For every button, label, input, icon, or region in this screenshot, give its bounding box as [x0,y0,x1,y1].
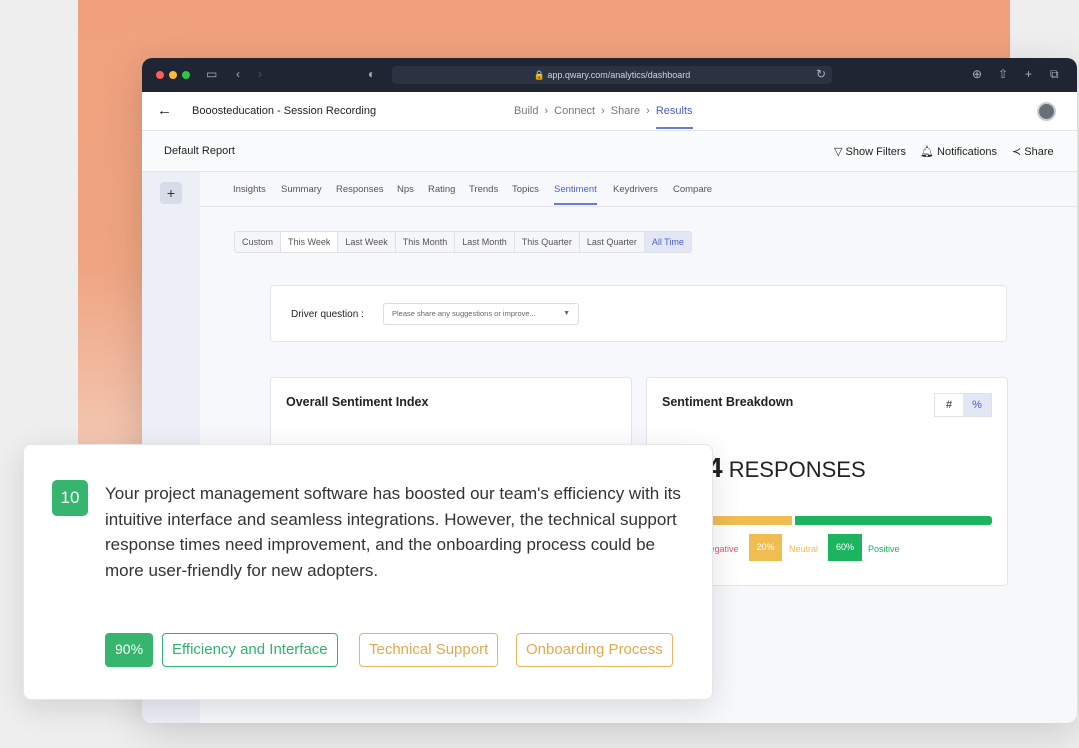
browser-toolbar: ▭ ‹ › ◐ 🔒 app.qwary.com/analytics/dashbo… [142,58,1077,92]
back-arrow-icon[interactable]: ← [157,102,172,119]
share-button[interactable]: ≺ Share [1012,145,1054,158]
positive-value: 60% [828,534,862,561]
show-filters-button[interactable]: ▽ Show Filters [834,145,906,158]
neutral-label: Neutral [789,544,819,554]
date-this-month[interactable]: This Month [396,232,456,252]
driver-select-value: Please share any suggestions or improve.… [392,309,536,318]
date-last-week[interactable]: Last Week [338,232,396,252]
positive-label: Positive [868,544,900,554]
breakdown-title: Sentiment Breakdown [662,395,794,409]
tabs-icon[interactable]: ⧉ [1050,67,1059,82]
tab-sentiment[interactable]: Sentiment [554,184,597,205]
share-icon[interactable]: ⇧ [998,67,1008,81]
share-label: Share [1024,146,1054,158]
notifications-label: Notifications [937,146,997,158]
date-this-quarter[interactable]: This Quarter [515,232,580,252]
toggle-count[interactable]: # [935,394,963,416]
tab-topics[interactable]: Topics [512,184,539,195]
share-icon: ≺ [1012,146,1022,158]
tab-trends[interactable]: Trends [469,184,498,195]
driver-label: Driver question : [291,309,364,320]
url-bar[interactable]: 🔒 app.qwary.com/analytics/dashboard [392,66,832,84]
tab-insights[interactable]: Insights [233,184,266,195]
tab-nps[interactable]: Nps [397,184,414,195]
filter-icon: ▽ [834,146,843,158]
date-range-selector: Custom This Week Last Week This Month La… [234,231,692,253]
forward-icon[interactable]: › [258,67,262,81]
tab-compare[interactable]: Compare [673,184,712,195]
show-filters-label: Show Filters [845,146,907,158]
back-icon[interactable]: ‹ [236,67,240,81]
driver-card: Driver question : Please share any sugge… [270,285,1007,342]
toggle-percent[interactable]: % [963,394,991,416]
avatar[interactable] [1037,102,1056,121]
reload-icon[interactable]: ↻ [816,67,826,81]
breadcrumb: Build › Connect › Share › Results [514,105,693,129]
maximize-dot[interactable] [182,71,190,79]
download-icon[interactable]: ⊕ [972,67,982,81]
tag-efficiency[interactable]: Efficiency and Interface [162,633,338,667]
close-dot[interactable] [156,71,164,79]
notifications-button[interactable]: 🔔︎ Notifications [920,145,997,158]
url-text: app.qwary.com/analytics/dashboard [547,70,691,80]
step-share[interactable]: Share [611,105,640,129]
report-title: Default Report [164,145,235,157]
step-build[interactable]: Build [514,105,538,129]
review-text: Your project management software has boo… [105,484,681,580]
overall-title: Overall Sentiment Index [286,395,429,409]
bar-positive [795,516,992,525]
step-connect[interactable]: Connect [554,105,595,129]
sentiment-percent-badge: 90% [105,633,154,667]
responses-count: 4 RESPONSES [707,452,866,483]
date-last-quarter[interactable]: Last Quarter [580,232,645,252]
add-button[interactable]: + [160,182,182,204]
tag-technical-support[interactable]: Technical Support [359,633,499,667]
shield-icon[interactable]: ◐ [368,67,375,81]
bell-icon: 🔔︎ [920,146,934,158]
tab-keydrivers[interactable]: Keydrivers [613,184,658,195]
app-header: ← Booosteducation - Session Recording Bu… [142,92,1077,131]
neutral-value: 20% [749,534,782,561]
report-bar: Default Report ▽ Show Filters 🔔︎ Notific… [142,131,1077,172]
sidebar-icon[interactable]: ▭ [206,67,217,81]
tab-rating[interactable]: Rating [428,184,455,195]
chevron-down-icon: ▼ [563,310,570,317]
step-results[interactable]: Results [655,105,693,129]
date-custom[interactable]: Custom [235,232,282,252]
tab-responses[interactable]: Responses [336,184,384,195]
tag-onboarding[interactable]: Onboarding Process [516,633,673,667]
date-this-week[interactable]: This Week [281,232,339,252]
count-percent-toggle: # % [934,393,992,417]
review-card: 10 Your project management software has … [23,444,713,700]
driver-question-select[interactable]: Please share any suggestions or improve.… [383,303,579,325]
date-all-time[interactable]: All Time [644,232,691,252]
score-badge: 10 [52,480,88,516]
date-last-month[interactable]: Last Month [455,232,515,252]
tab-summary[interactable]: Summary [281,184,322,195]
minimize-dot[interactable] [169,71,177,79]
survey-title: Booosteducation - Session Recording [192,105,377,117]
new-tab-icon[interactable]: + [1025,67,1032,81]
